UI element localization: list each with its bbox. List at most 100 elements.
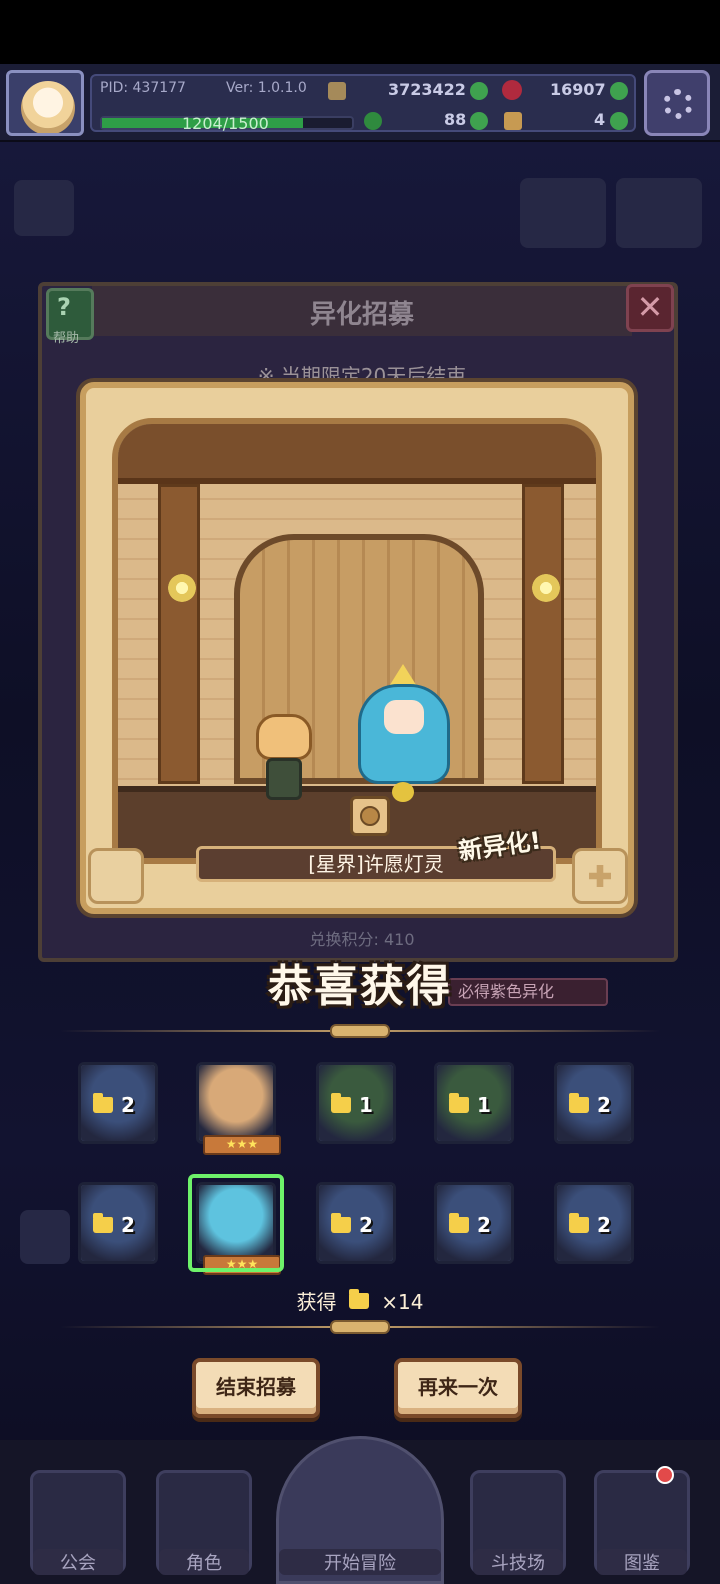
obtain-label: 获得 <box>296 1290 337 1314</box>
reward-count: 1 <box>359 1093 373 1117</box>
stage-scene <box>112 418 602 864</box>
obtain-summary: 获得 ×14 <box>0 1286 720 1315</box>
lamp-right-icon <box>532 574 560 602</box>
avatar-face <box>21 81 75 133</box>
reward-count: 2 <box>359 1213 373 1237</box>
reward-count: 1 <box>477 1093 491 1117</box>
token-coin <box>360 806 380 826</box>
crown-ornament-icon <box>88 848 144 904</box>
reward-count-row: 1 <box>331 1093 373 1117</box>
book-icon <box>328 82 346 100</box>
settings-button[interactable] <box>644 70 710 136</box>
help-label: 帮助 <box>53 331 80 346</box>
reward-item[interactable]: 1 <box>434 1062 514 1144</box>
reward-count: 2 <box>597 1093 611 1117</box>
stage-pillar-right <box>522 484 564 784</box>
player-id: PID: 437177 <box>100 80 186 96</box>
clover-icon <box>364 112 382 130</box>
player-avatar[interactable] <box>6 70 84 136</box>
congrats-title: 恭喜获得 <box>268 961 452 1012</box>
token-icon <box>350 796 390 836</box>
nav-character-label: 角色 <box>159 1549 249 1575</box>
nav-codex[interactable]: 图鉴 <box>594 1470 690 1575</box>
reward-item[interactable]: 2 <box>78 1062 158 1144</box>
genie-face <box>384 700 424 734</box>
key-amount: 4 <box>594 110 606 129</box>
folder-icon <box>348 1289 369 1309</box>
reward-count-row: 2 <box>93 1213 135 1237</box>
reward-item[interactable]: 2 <box>316 1182 396 1264</box>
new-character-sprite <box>354 664 454 804</box>
folder-icon <box>569 1213 589 1233</box>
genie-hair <box>358 684 450 784</box>
status-bar <box>0 0 720 64</box>
exp-text: 1204/1500 <box>182 114 269 133</box>
side-event-icon[interactable] <box>14 180 74 236</box>
end-recruit-button[interactable]: 结束招募 <box>192 1358 320 1418</box>
reward-item[interactable]: 2 <box>554 1182 634 1264</box>
divider-bottom-gem <box>330 1320 390 1334</box>
clover-amount: 88 <box>444 110 467 129</box>
assist-icon[interactable] <box>20 1210 70 1264</box>
help-button[interactable]: ? 帮助 <box>46 288 94 346</box>
reward-count-row: 2 <box>569 1093 611 1117</box>
lamp-tail <box>392 782 414 802</box>
lamp-left-icon <box>168 574 196 602</box>
add-gold-icon[interactable] <box>470 82 488 100</box>
obtain-count: ×14 <box>381 1290 424 1314</box>
add-gem-icon[interactable] <box>610 82 628 100</box>
top-hud: PID: 437177 Ver: 1.0.1.0 3723422 16907 1… <box>0 64 720 142</box>
nav-guild[interactable]: 公会 <box>30 1470 126 1575</box>
game-version: Ver: 1.0.1.0 <box>226 80 307 96</box>
recruit-again-button[interactable]: 再来一次 <box>394 1358 522 1418</box>
result-popup: [星界]许愿灯灵 新异化! <box>80 382 634 914</box>
gem-icon <box>502 80 522 100</box>
nav-adventure-label: 开始冒险 <box>279 1549 441 1575</box>
recruit-title: 异化招募 <box>309 300 414 330</box>
nav-arena-label: 斗技场 <box>473 1549 563 1575</box>
folder-icon <box>331 1213 351 1233</box>
folder-icon <box>569 1093 589 1113</box>
resource-panel: PID: 437177 Ver: 1.0.1.0 3723422 16907 1… <box>90 74 636 133</box>
reward-count: 2 <box>121 1093 135 1117</box>
reward-item[interactable]: 2 <box>78 1182 158 1264</box>
gem-amount: 16907 <box>550 80 606 99</box>
gear-icon <box>663 89 693 119</box>
strategy-icon[interactable] <box>520 178 606 248</box>
reward-item[interactable]: ★★★ <box>196 1062 281 1155</box>
activity-icon[interactable] <box>616 178 702 248</box>
reward-count-row: 1 <box>449 1093 491 1117</box>
companion-character <box>248 714 320 806</box>
reward-count: 2 <box>121 1213 135 1237</box>
reward-count: 2 <box>597 1213 611 1237</box>
stage-beam <box>118 424 596 484</box>
reward-count: 2 <box>477 1213 491 1237</box>
reward-count-row: 2 <box>569 1213 611 1237</box>
nav-arena[interactable]: 斗技场 <box>470 1470 566 1575</box>
folder-icon <box>93 1093 113 1113</box>
question-icon: ? <box>57 293 71 321</box>
add-key-icon[interactable] <box>610 112 628 130</box>
companion-head <box>256 714 312 760</box>
reward-item[interactable]: 2 <box>554 1062 634 1144</box>
reward-portrait <box>199 1065 273 1141</box>
reward-item[interactable]: 1 <box>316 1062 396 1144</box>
cross-ornament-icon <box>572 848 628 904</box>
reward-count-row: 2 <box>93 1093 135 1117</box>
nav-codex-label: 图鉴 <box>597 1549 687 1575</box>
divider-top-gem <box>330 1024 390 1038</box>
star-rating: ★★★ <box>203 1135 281 1155</box>
folder-icon <box>331 1093 351 1113</box>
reward-count-row: 2 <box>449 1213 491 1237</box>
key-icon <box>504 112 522 130</box>
gold-amount: 3723422 <box>388 80 466 99</box>
add-clover-icon[interactable] <box>470 112 488 130</box>
folder-icon <box>449 1213 469 1233</box>
cross-icon <box>589 865 611 887</box>
folder-icon <box>449 1093 469 1113</box>
folder-icon <box>93 1213 113 1233</box>
close-button[interactable]: ✕ <box>626 284 674 332</box>
reward-item[interactable]: 2 <box>434 1182 514 1264</box>
nav-guild-label: 公会 <box>33 1549 123 1575</box>
nav-character[interactable]: 角色 <box>156 1470 252 1575</box>
